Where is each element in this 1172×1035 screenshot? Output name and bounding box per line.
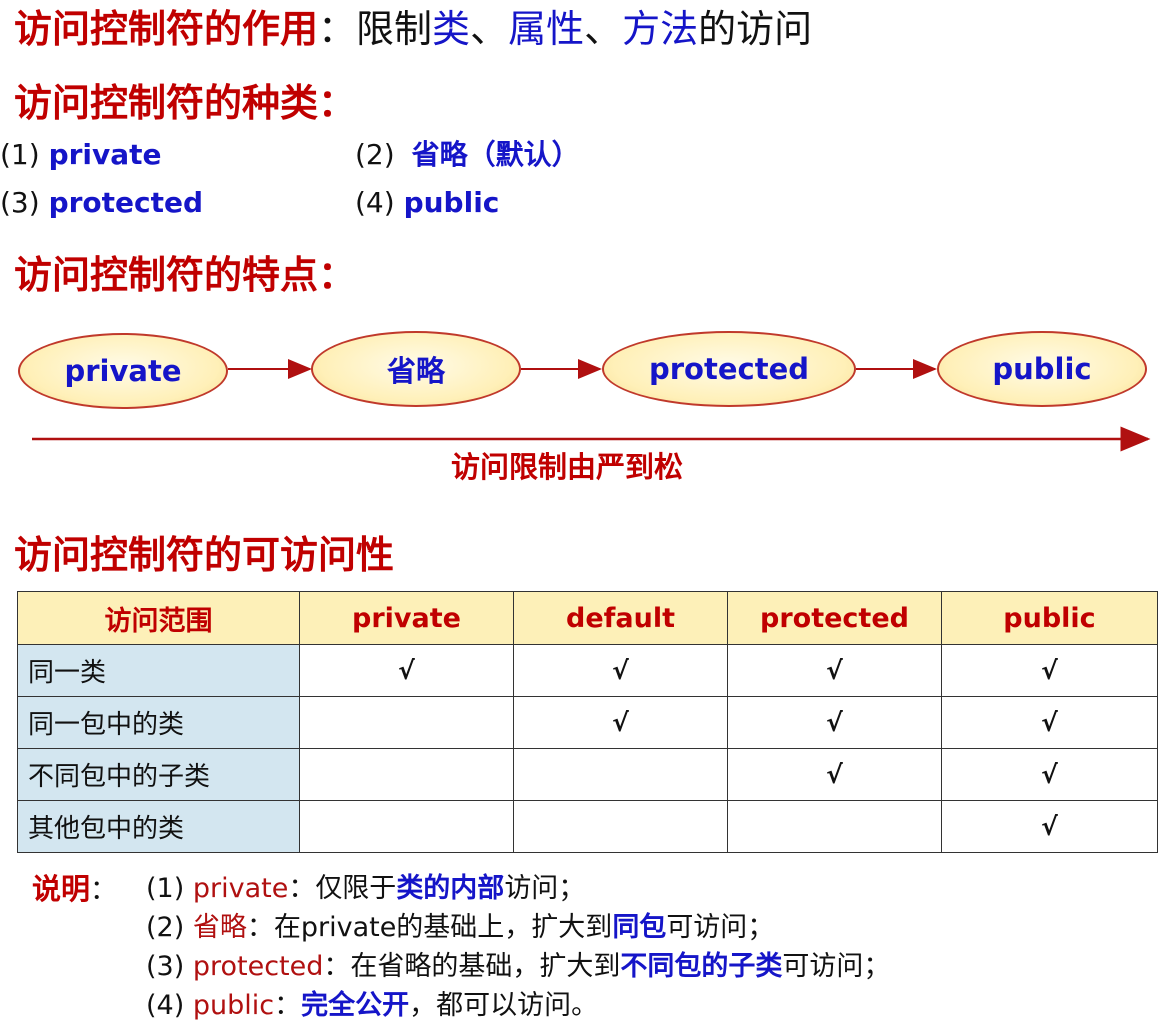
row-scope: 不同包中的子类 [17,748,300,801]
row-scope: 同一类 [17,644,300,697]
col-header-scope: 访问范围 [17,591,300,645]
note-sep: ： [274,990,302,1021]
note-line-2: (2) 省略：在private的基础上，扩大到同包可访问； [146,911,774,945]
notes-colon: ： [90,875,118,906]
note-text-a: 仅限于 [315,873,397,904]
check-icon: √ [513,696,728,749]
note-line-3: (3) protected：在省略的基础，扩大到不同包的子类可访问； [146,950,890,984]
note-text-a: 在private的基础上，扩大到 [273,912,613,943]
check-icon: √ [513,644,728,697]
table-row: 同一类 √ √ √ √ [17,644,1158,697]
check-cell [299,748,514,801]
check-icon: √ [727,748,942,801]
check-icon: √ [727,644,942,697]
check-icon: √ [941,748,1158,801]
check-icon: √ [941,644,1158,697]
row-scope: 同一包中的类 [17,696,300,749]
col-header-default: default [513,591,728,645]
note-keyword: private [192,873,289,904]
note-text-b: ，都可以访问。 [409,990,599,1021]
note-num: (2) [146,912,185,943]
note-num: (3) [146,951,185,982]
note-text-b: 可访问； [666,912,775,943]
check-icon: √ [941,696,1158,749]
table-header-row: 访问范围 private default protected public [17,591,1158,645]
col-header-public: public [941,591,1158,645]
note-text-b: 可访问； [782,951,891,982]
check-cell [299,800,514,853]
note-emphasis: 完全公开 [301,990,410,1021]
note-sep: ： [246,912,274,943]
note-line-4: (4) public：完全公开，都可以访问。 [146,989,598,1023]
check-icon: √ [299,644,514,697]
note-sep: ： [323,951,351,982]
check-cell [513,748,728,801]
col-header-private: private [299,591,514,645]
note-line-1: (1) private：仅限于类的内部访问； [146,872,585,906]
note-keyword: 省略 [192,912,247,943]
notes-title: 说明 [32,872,91,906]
accessibility-table: 访问范围 private default protected public 同一… [17,591,1158,853]
row-scope: 其他包中的类 [17,800,300,853]
flow-arrows [32,359,1151,452]
note-text-a: 在省略的基础，扩大到 [350,951,621,982]
check-icon: √ [941,800,1158,853]
note-sep: ： [288,873,316,904]
col-header-protected: protected [727,591,942,645]
axis-label: 访问限制由严到松 [451,450,684,484]
check-icon: √ [727,696,942,749]
note-text-b: 访问； [504,873,586,904]
table-row: 其他包中的类 √ [17,800,1158,853]
note-emphasis: 不同包的子类 [620,951,783,982]
note-num: (4) [146,990,185,1021]
note-keyword: protected [192,951,324,982]
note-num: (1) [146,873,185,904]
accessibility-heading: 访问控制符的可访问性 [14,533,395,577]
table-row: 不同包中的子类 √ √ [17,748,1158,801]
check-cell [727,800,942,853]
note-emphasis: 类的内部 [396,873,505,904]
check-cell [299,696,514,749]
check-cell [513,800,728,853]
notes-title-line: 说明： [32,872,117,908]
table-row: 同一包中的类 √ √ √ [17,696,1158,749]
note-emphasis: 同包 [612,912,667,943]
note-keyword: public [192,990,275,1021]
